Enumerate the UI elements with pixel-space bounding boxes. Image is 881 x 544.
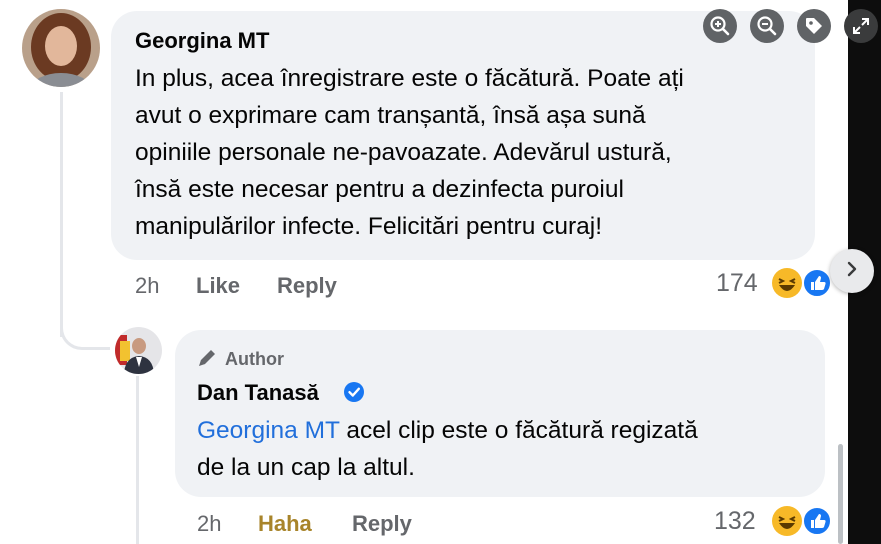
comment-timestamp[interactable]: 2h [135, 273, 159, 299]
haha-reaction-icon [772, 506, 802, 536]
fullscreen-icon[interactable] [844, 9, 878, 43]
reply-button[interactable]: Reply [352, 511, 412, 537]
reply-text: Georgina MT acel clip este o făcătură re… [197, 412, 817, 486]
avatar[interactable] [115, 327, 162, 374]
reply-button[interactable]: Reply [277, 273, 337, 299]
haha-button[interactable]: Haha [258, 511, 312, 537]
reply-author-name[interactable]: Dan Tanasă [197, 380, 319, 406]
like-button[interactable]: Like [196, 273, 240, 299]
like-reaction-icon [802, 268, 832, 298]
pencil-icon [197, 346, 219, 373]
reaction-count[interactable]: 174 [716, 269, 758, 298]
comment-text: In plus, acea înregistrare este o făcătu… [135, 65, 684, 240]
avatar[interactable] [22, 9, 100, 87]
author-badge: Author [197, 346, 284, 373]
zoom-in-icon[interactable] [703, 9, 737, 43]
next-arrow-button[interactable] [830, 249, 874, 293]
scrollbar[interactable] [838, 444, 843, 544]
haha-reaction-icon [772, 268, 802, 298]
reply-timestamp[interactable]: 2h [197, 511, 221, 537]
comment-author-name[interactable]: Georgina MT [135, 28, 269, 54]
zoom-out-icon[interactable] [750, 9, 784, 43]
reply-thread-line [136, 376, 139, 544]
author-badge-label: Author [225, 349, 284, 369]
reaction-count[interactable]: 132 [714, 507, 756, 536]
chevron-right-icon [843, 260, 861, 283]
thread-line [60, 92, 63, 337]
mention-link[interactable]: Georgina MT [197, 417, 340, 444]
verified-badge-icon [343, 381, 365, 403]
thread-connector [60, 308, 110, 350]
like-reaction-icon [802, 506, 832, 536]
tag-icon[interactable] [797, 9, 831, 43]
